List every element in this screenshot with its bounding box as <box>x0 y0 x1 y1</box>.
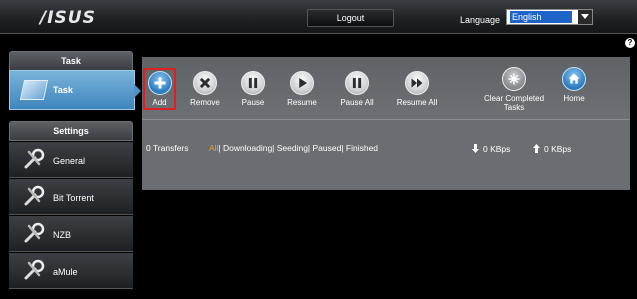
task-heading: Task <box>9 51 133 71</box>
home-icon <box>562 67 586 91</box>
arrow-down-icon <box>472 144 479 153</box>
chevron-down-icon[interactable] <box>578 10 592 24</box>
pause-all-button[interactable]: Pause All <box>337 71 377 107</box>
sidebar-item-label: NZB <box>53 230 71 240</box>
upload-rate-value: 0 KBps <box>544 144 572 154</box>
sidebar-item-nzb[interactable]: NZB <box>9 216 133 252</box>
resume-all-label: Resume All <box>396 98 438 107</box>
pause-all-label: Pause All <box>340 98 374 107</box>
sidebar-item-label: aMule <box>53 267 78 277</box>
arrow-up-icon <box>533 144 540 153</box>
pause-all-icon <box>345 71 369 95</box>
pause-label: Pause <box>241 98 265 107</box>
download-rate-value: 0 KBps <box>483 144 511 154</box>
clear-completed-label: Clear Completed Tasks <box>483 94 545 112</box>
resume-label: Resume <box>287 98 317 107</box>
sidebar-item-label: Bit Torrent <box>53 193 94 203</box>
top-bar: /ISUS Logout Language English <box>0 0 637 34</box>
logout-button[interactable]: Logout <box>307 9 394 27</box>
download-rate: 0 KBps <box>472 143 510 154</box>
remove-button[interactable]: Remove <box>188 71 222 107</box>
sidebar-item-amule[interactable]: aMule <box>9 253 133 289</box>
add-label: Add <box>152 98 167 107</box>
transfer-count: 0 Transfers <box>146 143 189 153</box>
play-icon <box>290 71 314 95</box>
filter-links: All| Downloading| Seeding| Paused| Finis… <box>209 143 378 153</box>
x-icon <box>193 71 217 95</box>
asus-logo: /ISUS <box>40 8 96 28</box>
add-button[interactable]: Add <box>145 71 174 107</box>
resume-button[interactable]: Resume <box>284 71 320 107</box>
language-select[interactable]: English <box>506 9 593 25</box>
wrench-icon <box>24 148 45 169</box>
pause-button[interactable]: Pause <box>236 71 270 107</box>
task-icon <box>19 80 49 100</box>
toolbar: Add Remove Pause Resume Pause All Resume… <box>142 57 630 119</box>
home-button[interactable]: Home <box>560 67 588 103</box>
plus-icon <box>147 71 172 95</box>
remove-label: Remove <box>190 98 220 107</box>
wrench-icon <box>24 185 45 206</box>
filter-other-links[interactable]: | Downloading| Seeding| Paused| Finished <box>218 143 378 153</box>
clear-icon <box>502 67 526 91</box>
sidebar-item-label: Task <box>53 85 73 95</box>
sidebar-item-label: General <box>53 156 86 166</box>
wrench-icon <box>24 259 45 280</box>
settings-heading: Settings <box>9 121 133 141</box>
clear-completed-button[interactable]: Clear Completed Tasks <box>480 67 548 112</box>
sidebar-item-general[interactable]: General <box>9 142 133 178</box>
home-label: Home <box>563 94 585 103</box>
language-label: Language <box>460 15 501 25</box>
language-value: English <box>510 11 572 23</box>
toolbar-divider <box>142 119 630 120</box>
sidebar-item-task[interactable]: Task <box>9 70 141 110</box>
fast-forward-icon <box>405 71 429 95</box>
help-icon[interactable]: ? <box>625 38 635 48</box>
sidebar-item-bit-torrent[interactable]: Bit Torrent <box>9 179 133 215</box>
pause-icon <box>241 71 265 95</box>
upload-rate: 0 KBps <box>533 143 571 154</box>
resume-all-button[interactable]: Resume All <box>394 71 440 107</box>
main-panel: Add Remove Pause Resume Pause All Resume… <box>142 57 630 190</box>
wrench-icon <box>24 222 45 243</box>
